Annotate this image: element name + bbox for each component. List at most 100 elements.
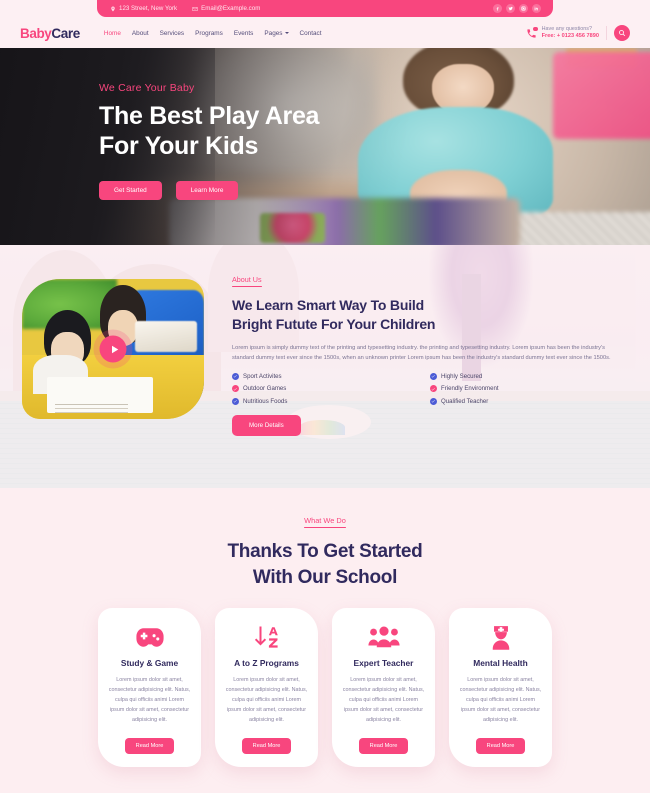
nav-item-about[interactable]: About bbox=[132, 30, 149, 37]
service-card-study-game[interactable]: Study & Game Lorem ipsum dolor sit amet,… bbox=[98, 608, 201, 768]
logo-part-baby: Baby bbox=[20, 25, 52, 41]
read-more-button[interactable]: Read More bbox=[475, 738, 526, 755]
nav-item-programs[interactable]: Programs bbox=[195, 30, 223, 37]
linkedin-icon[interactable] bbox=[532, 4, 541, 13]
service-card-a-to-z-programs[interactable]: A to Z Programs Lorem ipsum dolor sit am… bbox=[215, 608, 318, 768]
check-circle-icon bbox=[430, 397, 437, 405]
nav-item-pages[interactable]: Pages bbox=[264, 29, 289, 37]
nav-label: Services bbox=[159, 29, 185, 37]
list-item: Highly Secured bbox=[430, 372, 628, 380]
search-button[interactable] bbox=[614, 25, 630, 41]
about-media bbox=[22, 267, 204, 436]
card-title: Mental Health bbox=[473, 658, 528, 669]
phone-icon bbox=[525, 26, 538, 40]
hero-content: We Care Your Baby The Best Play Area For… bbox=[99, 82, 399, 200]
hero-subtitle: We Care Your Baby bbox=[99, 82, 195, 94]
feature-label: Friendly Environment bbox=[441, 385, 499, 393]
more-details-button[interactable]: More Details bbox=[232, 415, 301, 437]
list-item: Outdoor Games bbox=[232, 385, 430, 393]
questions-label: Have any questions? bbox=[541, 25, 592, 32]
service-cards: Study & Game Lorem ipsum dolor sit amet,… bbox=[0, 608, 650, 768]
hero-title-line2: For Your Kids bbox=[99, 132, 259, 160]
list-item: Qualified Teacher bbox=[430, 397, 628, 405]
social-links bbox=[493, 4, 541, 13]
about-heading-line2: Bright Futute For Your Children bbox=[232, 315, 436, 332]
instagram-icon[interactable] bbox=[519, 4, 528, 13]
read-more-button[interactable]: Read More bbox=[241, 738, 292, 755]
wwd-heading-line2: With Our School bbox=[252, 566, 398, 588]
list-item: Nutritious Foods bbox=[232, 397, 430, 405]
topbar-email[interactable]: Email@Example.com bbox=[191, 5, 260, 12]
topbar-email-text: Email@Example.com bbox=[201, 5, 261, 12]
check-circle-icon bbox=[430, 385, 437, 393]
twitter-icon[interactable] bbox=[506, 4, 515, 13]
service-card-mental-health[interactable]: Mental Health Lorem ipsum dolor sit amet… bbox=[449, 608, 552, 768]
main-navigation: Home About Services Programs Events Page… bbox=[104, 30, 322, 37]
nav-item-services[interactable]: Services bbox=[160, 30, 185, 37]
learn-more-button[interactable]: Learn More bbox=[175, 181, 239, 200]
header-divider bbox=[606, 26, 607, 40]
topbar-container: 123 Street, New York Email@Example.com bbox=[0, 0, 650, 18]
read-more-button[interactable]: Read More bbox=[124, 738, 175, 755]
nav-label: Pages bbox=[264, 29, 283, 37]
users-group-icon bbox=[342, 622, 425, 652]
site-logo[interactable]: BabyCare bbox=[20, 26, 80, 41]
facebook-icon[interactable] bbox=[493, 4, 502, 13]
card-description: Lorem ipsum dolor sit amet, consectetur … bbox=[108, 677, 191, 724]
feature-label: Nutritious Foods bbox=[243, 397, 288, 405]
sort-alpha-down-icon bbox=[225, 622, 308, 652]
hero-buttons: Get Started Learn More bbox=[99, 181, 399, 200]
header-right: Have any questions? Free: + 0123 456 789… bbox=[525, 25, 630, 41]
nav-item-home[interactable]: Home bbox=[104, 30, 121, 37]
logo-part-care: Care bbox=[51, 25, 80, 41]
card-description: Lorem ipsum dolor sit amet, consectetur … bbox=[342, 677, 425, 724]
check-circle-icon bbox=[232, 397, 239, 405]
topbar: 123 Street, New York Email@Example.com bbox=[97, 0, 553, 17]
what-we-do-heading: Thanks To Get Started With Our School bbox=[0, 539, 650, 590]
about-paragraph: Lorem ipsum is simply dummy text of the … bbox=[232, 344, 611, 362]
card-title: A to Z Programs bbox=[234, 658, 299, 669]
what-we-do-section: What We Do Thanks To Get Started With Ou… bbox=[0, 488, 650, 793]
read-more-button[interactable]: Read More bbox=[358, 738, 409, 755]
phone-badge-dot bbox=[533, 26, 538, 31]
what-we-do-eyebrow: What We Do bbox=[304, 516, 346, 528]
nav-label: Home bbox=[103, 29, 121, 37]
card-description: Lorem ipsum dolor sit amet, consectetur … bbox=[459, 677, 542, 724]
hero-title: The Best Play Area For Your Kids bbox=[99, 101, 399, 161]
check-circle-icon bbox=[232, 385, 239, 393]
feature-label: Highly Secured bbox=[441, 372, 483, 380]
what-we-do-header: What We Do Thanks To Get Started With Ou… bbox=[0, 510, 650, 590]
about-heading: We Learn Smart Way To Build Bright Futut… bbox=[232, 296, 628, 334]
card-description: Lorem ipsum dolor sit amet, consectetur … bbox=[225, 677, 308, 724]
nav-label: Events bbox=[233, 29, 254, 37]
about-section: About Us We Learn Smart Way To Build Bri… bbox=[0, 245, 650, 488]
play-button-icon[interactable] bbox=[99, 335, 127, 363]
phone-number: Free: + 0123 456 7890 bbox=[541, 32, 599, 39]
list-item: Friendly Environment bbox=[430, 385, 628, 393]
feature-label: Qualified Teacher bbox=[441, 397, 489, 405]
service-card-expert-teacher[interactable]: Expert Teacher Lorem ipsum dolor sit ame… bbox=[332, 608, 435, 768]
envelope-icon bbox=[191, 5, 198, 12]
chevron-down-icon bbox=[284, 32, 289, 34]
hero-section: We Care Your Baby The Best Play Area For… bbox=[0, 48, 650, 245]
nurse-icon bbox=[459, 622, 542, 652]
about-feature-list: Sport Activites Highly Secured Outdoor G… bbox=[232, 372, 628, 411]
about-heading-line1: We Learn Smart Way To Build bbox=[232, 297, 424, 313]
nav-item-contact[interactable]: Contact bbox=[300, 30, 322, 37]
about-video-thumbnail bbox=[22, 279, 204, 419]
get-started-button[interactable]: Get Started bbox=[99, 181, 162, 200]
topbar-address: 123 Street, New York bbox=[109, 5, 177, 12]
nav-label: Programs bbox=[195, 29, 223, 37]
location-pin-icon bbox=[109, 5, 116, 12]
nav-label: About bbox=[131, 29, 149, 37]
nav-item-events[interactable]: Events bbox=[234, 30, 254, 37]
feature-label: Sport Activites bbox=[243, 372, 282, 380]
site-header: BabyCare Home About Services Programs Ev… bbox=[0, 18, 650, 48]
gamepad-icon bbox=[108, 622, 191, 652]
header-phone-block[interactable]: Have any questions? Free: + 0123 456 789… bbox=[525, 26, 599, 41]
check-circle-icon bbox=[430, 372, 437, 380]
about-text: About Us We Learn Smart Way To Build Bri… bbox=[204, 267, 628, 437]
list-item: Sport Activites bbox=[232, 372, 430, 380]
check-circle-icon bbox=[232, 372, 239, 380]
hero-title-line1: The Best Play Area bbox=[99, 102, 320, 130]
